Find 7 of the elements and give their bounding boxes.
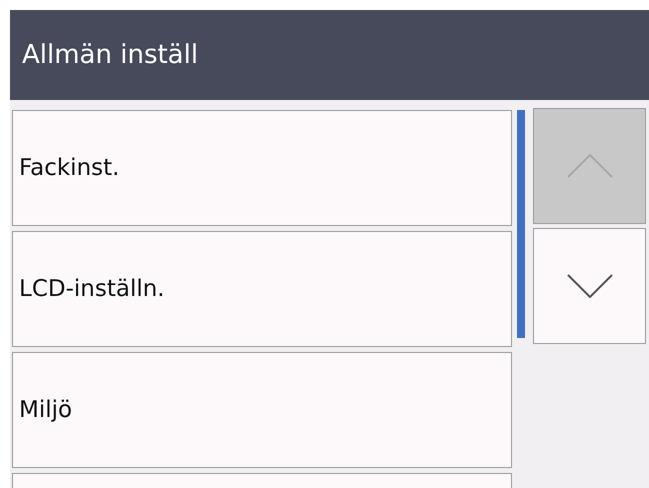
- menu-item[interactable]: LCD-inställn.: [12, 231, 512, 347]
- chevron-up-icon: [566, 154, 612, 178]
- scroll-down-button[interactable]: [533, 228, 646, 344]
- menu-item[interactable]: Fackinst.: [12, 110, 512, 226]
- header-title: Allmän inställ: [22, 40, 198, 70]
- chevron-down-icon: [566, 274, 612, 298]
- menu-item[interactable]: Miljö: [12, 352, 512, 468]
